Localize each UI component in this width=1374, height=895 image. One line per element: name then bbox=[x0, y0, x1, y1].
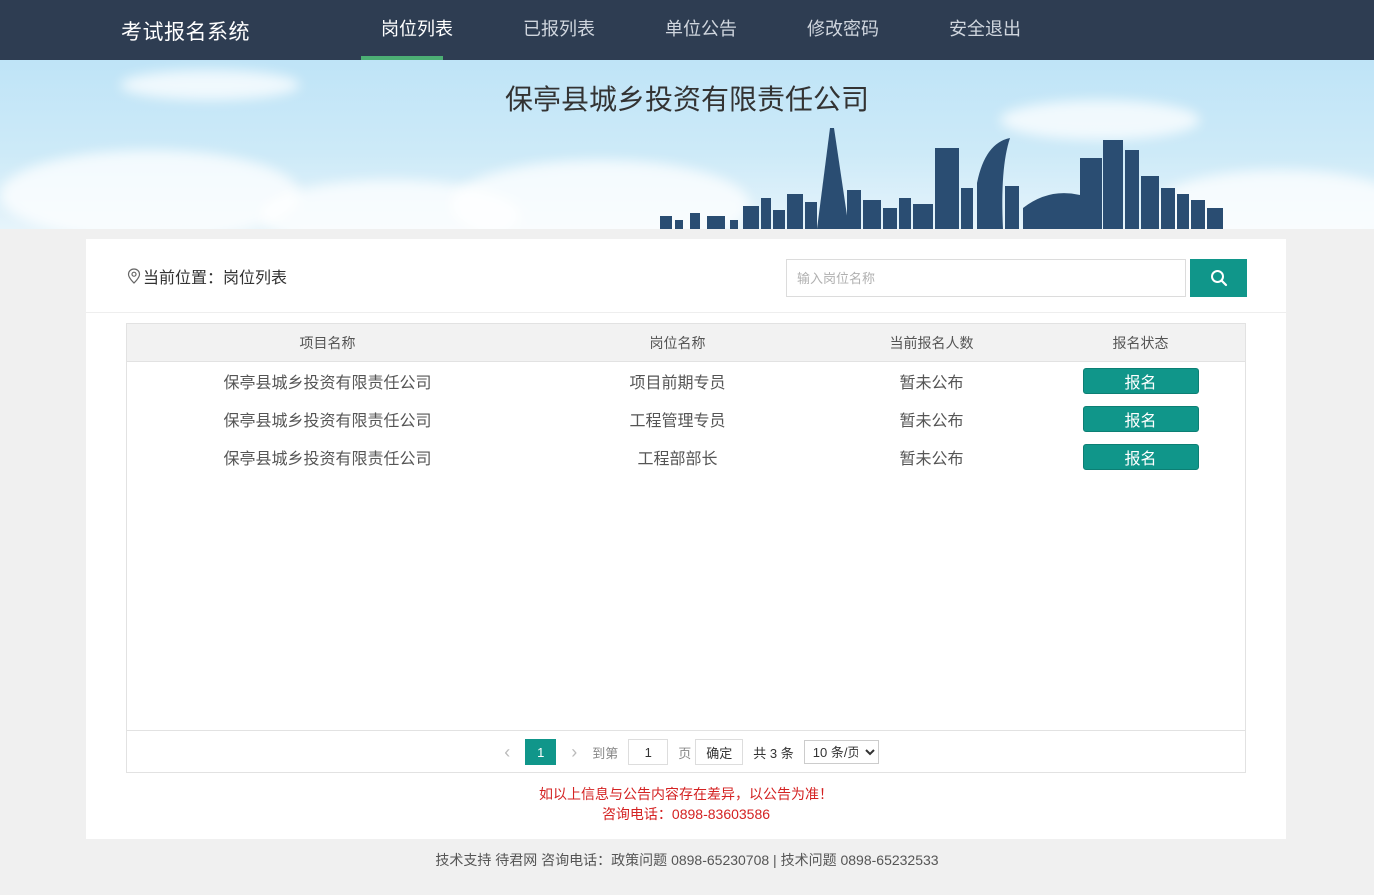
apply-button[interactable]: 报名 bbox=[1082, 406, 1199, 432]
cell-count: 暂未公布 bbox=[899, 413, 964, 430]
table-header: 项目名称 岗位名称 当前报名人数 报名状态 bbox=[127, 324, 1245, 362]
banner: 保亭县城乡投资有限责任公司 bbox=[0, 60, 1374, 229]
location-pin-icon bbox=[127, 268, 141, 284]
page-number-current[interactable]: 1 bbox=[525, 739, 557, 765]
position-search-input[interactable] bbox=[786, 259, 1186, 297]
total-count: 共 3 条 bbox=[753, 745, 794, 761]
search-icon bbox=[1210, 270, 1227, 287]
cell-project: 保亭县城乡投资有限责任公司 bbox=[223, 413, 432, 430]
divider bbox=[86, 312, 1286, 313]
cell-position: 工程管理专员 bbox=[629, 413, 726, 430]
cell-position: 项目前期专员 bbox=[629, 375, 726, 392]
page-jump-confirm-button[interactable]: 确定 bbox=[695, 739, 744, 765]
column-header-status: 报名状态 bbox=[1112, 334, 1169, 351]
search-button[interactable] bbox=[1190, 259, 1247, 297]
cell-count: 暂未公布 bbox=[899, 451, 964, 468]
column-header-count: 当前报名人数 bbox=[889, 334, 974, 351]
notice-phone: 咨询电话：0898-83603586 bbox=[601, 806, 771, 822]
main-nav: 岗位列表 已报列表 单位公告 修改密码 安全退出 bbox=[361, 0, 1041, 60]
nav-item-position-list[interactable]: 岗位列表 bbox=[361, 0, 473, 60]
breadcrumb-label: 当前位置：岗位列表 bbox=[143, 270, 288, 287]
positions-table: 项目名称 岗位名称 当前报名人数 报名状态 保亭县城乡投资有限责任公司 项目前期… bbox=[126, 323, 1246, 773]
nav-item-logout[interactable]: 安全退出 bbox=[929, 0, 1041, 60]
table-row: 保亭县城乡投资有限责任公司 项目前期专员 暂未公布 报名 bbox=[127, 362, 1245, 400]
page-unit-label: 页 bbox=[678, 745, 692, 761]
table-row: 保亭县城乡投资有限责任公司 工程管理专员 暂未公布 报名 bbox=[127, 400, 1245, 438]
main-panel: 当前位置：岗位列表 项目名称 岗位名称 当前报名人数 报名状态 保亭县城乡投资有… bbox=[86, 239, 1286, 839]
table-row: 保亭县城乡投资有限责任公司 工程部部长 暂未公布 报名 bbox=[127, 438, 1245, 476]
notice-disclaimer: 如以上信息与公告内容存在差异，以公告为准！ bbox=[539, 786, 833, 802]
goto-label: 到第 bbox=[592, 745, 619, 761]
page-size-select[interactable]: 10 条/页 bbox=[803, 740, 879, 764]
cell-project: 保亭县城乡投资有限责任公司 bbox=[223, 451, 432, 468]
apply-button[interactable]: 报名 bbox=[1082, 368, 1199, 394]
apply-button[interactable]: 报名 bbox=[1082, 444, 1199, 470]
prev-page-icon[interactable]: ‹ bbox=[493, 742, 521, 763]
column-header-project: 项目名称 bbox=[299, 334, 356, 351]
company-title: 保亭县城乡投资有限责任公司 bbox=[504, 84, 869, 115]
top-navbar: 考试报名系统 岗位列表 已报列表 单位公告 修改密码 安全退出 bbox=[0, 0, 1374, 60]
nav-item-change-password[interactable]: 修改密码 bbox=[787, 0, 899, 60]
cell-project: 保亭县城乡投资有限责任公司 bbox=[223, 375, 432, 392]
page-jump-input[interactable] bbox=[628, 739, 669, 765]
nav-item-registered-list[interactable]: 已报列表 bbox=[503, 0, 615, 60]
brand-title: 考试报名系统 bbox=[121, 21, 250, 44]
footer-text: 技术支持 待君网 咨询电话：政策问题 0898-65230708 | 技术问题 … bbox=[435, 852, 939, 868]
breadcrumb: 当前位置：岗位列表 bbox=[127, 264, 287, 288]
pagination: ‹ 1 › 到第 页 确定 共 3 条 10 条/页 bbox=[126, 730, 1246, 773]
cell-count: 暂未公布 bbox=[899, 375, 964, 392]
next-page-icon[interactable]: › bbox=[560, 742, 588, 763]
nav-item-notices[interactable]: 单位公告 bbox=[645, 0, 757, 60]
city-skyline-image bbox=[660, 128, 1223, 229]
cell-position: 工程部部长 bbox=[637, 451, 718, 468]
column-header-position: 岗位名称 bbox=[649, 334, 706, 351]
